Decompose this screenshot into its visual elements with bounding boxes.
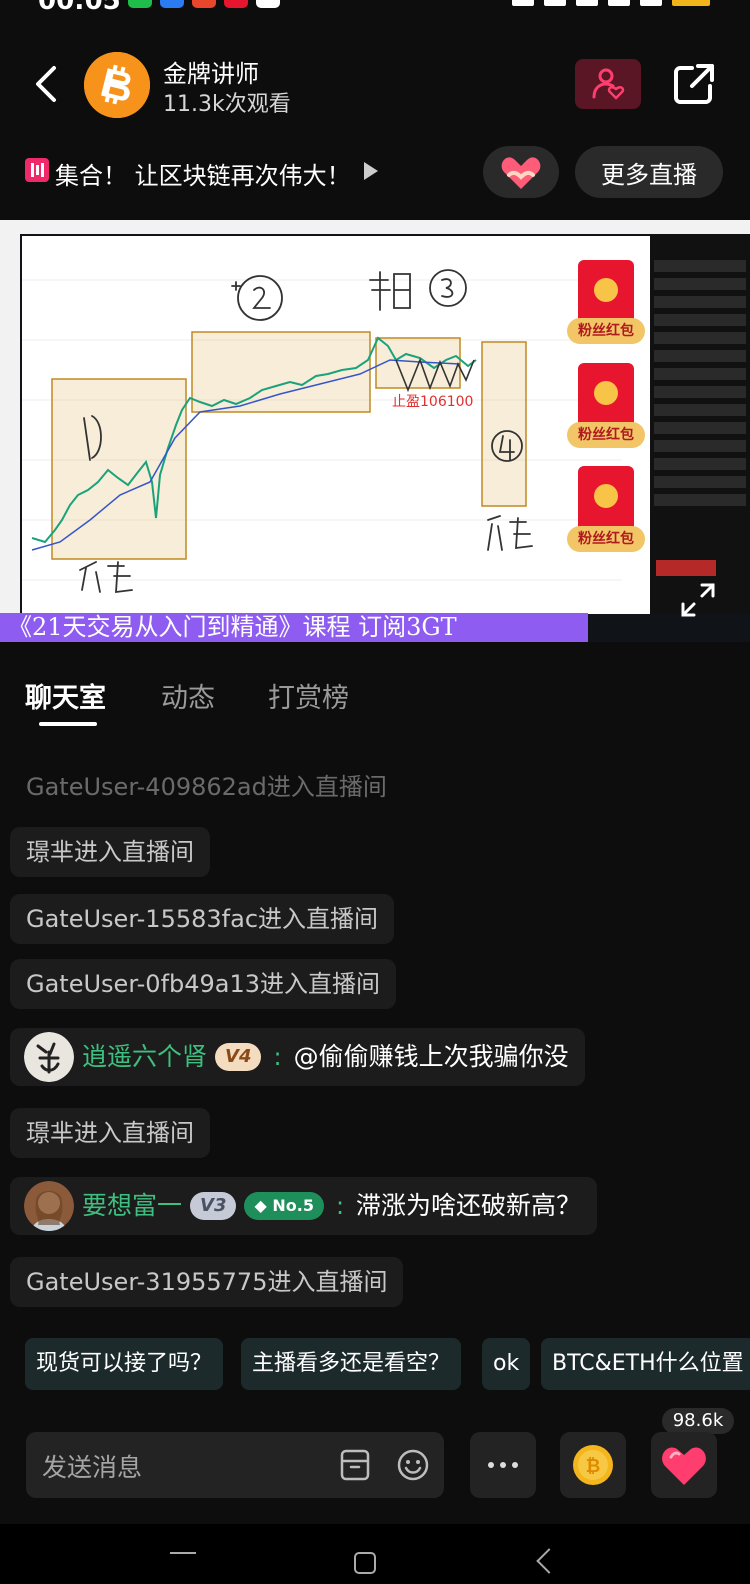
wifi-icon: [576, 0, 598, 6]
nav-menu-icon[interactable]: [170, 1552, 196, 1554]
fullscreen-icon[interactable]: [680, 582, 716, 618]
play-triangle-icon[interactable]: [364, 162, 378, 180]
card-icon[interactable]: [340, 1449, 370, 1481]
user-avatar[interactable]: [24, 1181, 74, 1231]
status-time: 00:05: [38, 0, 121, 16]
quick-reply-chip[interactable]: 现货可以接了吗？: [25, 1338, 224, 1390]
input-placeholder: 发送消息: [42, 1453, 143, 1482]
more-dots-icon: [488, 1462, 518, 1468]
active-tab-indicator: [39, 722, 97, 726]
host-name[interactable]: 金牌讲师: [163, 54, 259, 89]
user-avatar[interactable]: [24, 1032, 74, 1082]
live-video[interactable]: 止盈106100 粉丝红包 粉丝红包 粉丝红包 《21天交易从入门到精通》课程 …: [0, 220, 750, 642]
chat-message: 逍遥六个肾 V4 : @偷偷赚钱上次我骗你没: [10, 1028, 585, 1086]
heart-hands-button[interactable]: [483, 146, 559, 198]
news-icon: [224, 0, 248, 8]
share-icon[interactable]: [672, 62, 716, 106]
more-live-button[interactable]: 更多直播: [575, 146, 723, 198]
host-avatar[interactable]: [84, 52, 150, 118]
signal-icon: [608, 0, 630, 6]
view-count: 11.3k次观看: [163, 92, 291, 117]
red-packet-label[interactable]: 粉丝红包: [567, 318, 645, 344]
nav-back-icon[interactable]: [536, 1548, 562, 1574]
separator-colon: :: [335, 1192, 345, 1220]
like-button[interactable]: [651, 1432, 717, 1498]
level-badge: V4: [215, 1043, 262, 1071]
chat-username[interactable]: 逍遥六个肾: [82, 1028, 207, 1086]
bottom-bar: 98.6k 发送消息 ₿: [0, 1408, 750, 1518]
coin-icon: [594, 484, 618, 508]
battery-icon: [672, 0, 710, 6]
quick-replies: 现货可以接了吗？ 主播看多还是看空？ ok BTC&ETH什么位置: [0, 1338, 750, 1390]
more-button[interactable]: [470, 1432, 536, 1498]
course-banner[interactable]: 《21天交易从入门到精通》课程 订阅3GT: [0, 613, 588, 642]
quick-reply-chip[interactable]: 主播看多还是看空？: [241, 1338, 462, 1390]
weibo-icon: [256, 0, 280, 8]
signal-icon: [640, 0, 662, 6]
tab-bar: 聊天室 动态 打赏榜: [0, 666, 750, 730]
status-bar: 00:05: [0, 0, 750, 22]
chat-message: GateUser-31955775进入直播间: [10, 1257, 404, 1307]
level-badge: V3: [190, 1192, 237, 1220]
chat-message: 要想富一 V3 ◆ No.5 : 滞涨为啥还破新高？: [10, 1177, 598, 1235]
heart-icon: [662, 1447, 706, 1485]
tab-activity[interactable]: 动态: [161, 676, 215, 715]
topic-row: 集合！ 让区块链再次伟大！ 更多直播: [0, 146, 750, 202]
app-icon: [160, 0, 184, 8]
chat-message: GateUser-15583fac进入直播间: [10, 894, 395, 944]
system-icons: [512, 0, 710, 6]
tab-tip-ranking[interactable]: 打赏榜: [268, 676, 349, 715]
svg-text:₿: ₿: [586, 1456, 601, 1477]
bluetooth-icon: [544, 0, 566, 6]
chat-text: @偷偷赚钱上次我骗你没: [293, 1042, 569, 1071]
chat-text: 滞涨为啥还破新高？: [356, 1191, 582, 1220]
chat-message: 璟芈进入直播间: [10, 827, 210, 877]
live-header: 金牌讲师 11.3k次观看: [0, 40, 750, 130]
chat-list[interactable]: GateUser-409862ad进入直播间 璟芈进入直播间 GateUser-…: [0, 760, 750, 1310]
bitcoin-logo-icon: [84, 52, 150, 118]
chat-message: GateUser-409862ad进入直播间: [26, 773, 387, 801]
heart-hands-icon: [501, 157, 541, 189]
emoji-icon[interactable]: [396, 1448, 430, 1482]
back-arrow-icon[interactable]: [28, 64, 68, 104]
nav-home-icon[interactable]: [354, 1552, 376, 1574]
alarm-icon: [512, 0, 534, 6]
chat-message: 璟芈进入直播间: [10, 1108, 210, 1158]
chat-username[interactable]: 要想富一: [82, 1177, 182, 1235]
bitcoin-coin-icon: ₿: [573, 1445, 613, 1485]
separator-colon: :: [273, 1043, 282, 1071]
coin-icon: [594, 278, 618, 302]
notification-icons: [128, 0, 280, 8]
tab-chatroom[interactable]: 聊天室: [25, 676, 106, 715]
live-topic[interactable]: 集合！ 让区块链再次伟大！: [55, 156, 351, 191]
live-bars-icon: [25, 158, 49, 182]
shopping-icon: [192, 0, 216, 8]
coin-icon: [594, 381, 618, 405]
quick-reply-chip[interactable]: BTC&ETH什么位置: [541, 1338, 750, 1390]
take-profit-note: 止盈106100: [392, 394, 473, 410]
rank-badge: ◆ No.5: [244, 1192, 324, 1220]
wechat-icon: [128, 0, 152, 8]
red-packet-label[interactable]: 粉丝红包: [567, 422, 645, 448]
red-packet-label[interactable]: 粉丝红包: [567, 526, 645, 552]
like-count: 98.6k: [662, 1408, 734, 1434]
chat-message: GateUser-0fb49a13进入直播间: [10, 959, 397, 1009]
quick-reply-chip[interactable]: ok: [482, 1338, 531, 1390]
message-input[interactable]: 发送消息: [26, 1432, 444, 1498]
diamond-icon: ◆: [254, 1196, 273, 1215]
follow-button[interactable]: [575, 59, 641, 109]
system-nav-bar: [0, 1524, 750, 1584]
gift-coin-button[interactable]: ₿: [560, 1432, 626, 1498]
follow-user-heart-icon: [592, 68, 625, 100]
